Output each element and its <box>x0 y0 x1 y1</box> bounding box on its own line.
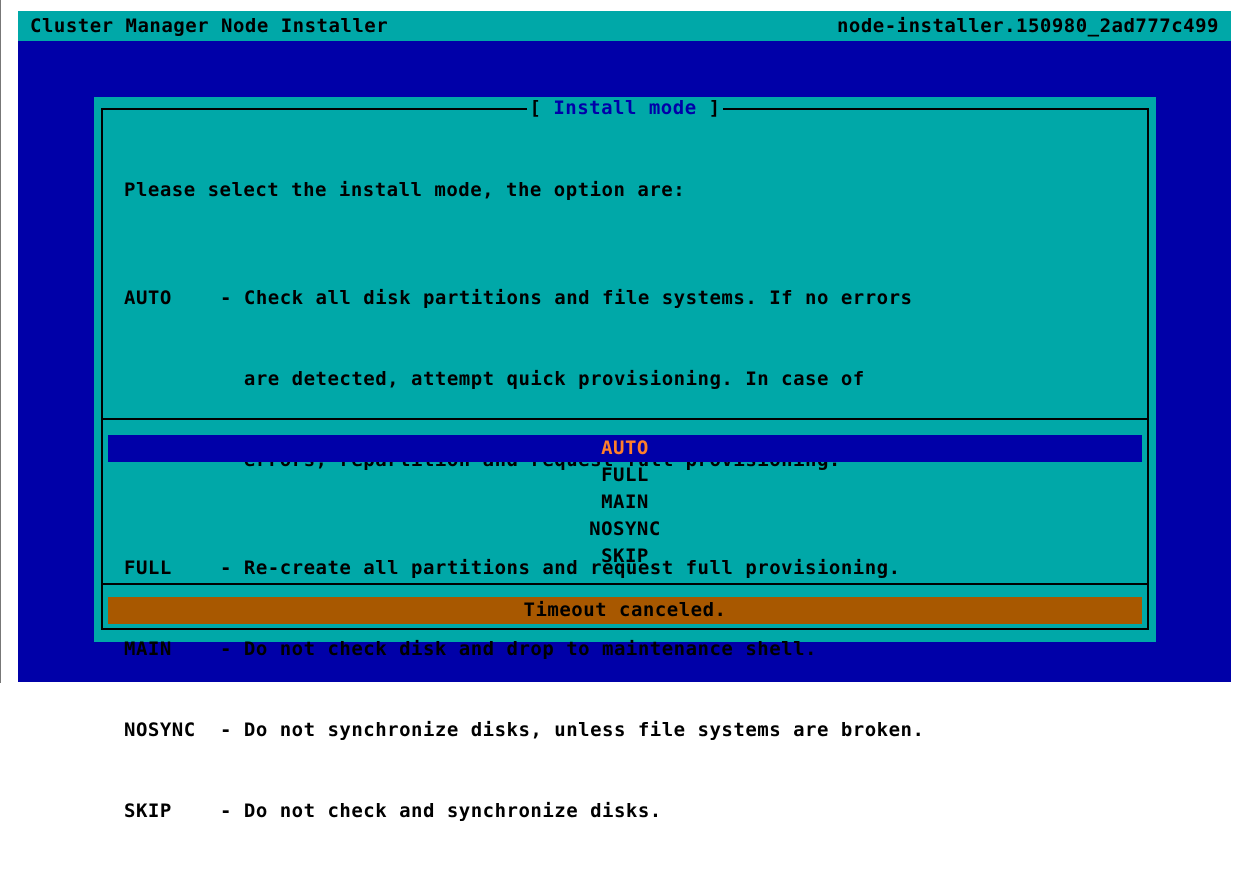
separator-top <box>101 418 1149 420</box>
dialog-title-close: ] <box>696 97 721 119</box>
window-edge <box>0 0 1 683</box>
install-mode-dialog: [ Install mode ] Please select the insta… <box>94 97 1156 822</box>
mode-option-list[interactable]: AUTO FULL MAIN NOSYNC SKIP <box>108 435 1142 570</box>
dialog-title: Install mode <box>553 97 697 119</box>
option-skip[interactable]: SKIP <box>108 543 1142 570</box>
option-auto[interactable]: AUTO <box>108 435 1142 462</box>
mode-key: SKIP <box>124 800 172 822</box>
description-row: are detected, attempt quick provisioning… <box>124 366 1134 393</box>
description-row: SKIP - Do not check and synchronize disks… <box>124 798 1134 825</box>
mode-description: - Do not synchronize disks, unless file … <box>220 719 925 741</box>
status-bar: Timeout canceled. <box>108 597 1142 624</box>
mode-key: NOSYNC <box>124 719 196 741</box>
dialog-title-open: [ <box>529 97 554 119</box>
option-main[interactable]: MAIN <box>108 489 1142 516</box>
description-row: NOSYNC - Do not synchronize disks, unless… <box>124 717 1134 744</box>
mode-description: - Do not check and synchronize disks. <box>220 800 662 822</box>
mode-key: MAIN <box>124 638 172 660</box>
description-row: MAIN - Do not check disk and drop to main… <box>124 636 1134 663</box>
separator-bottom <box>101 583 1149 585</box>
mode-key: AUTO <box>124 287 172 309</box>
title-bar: Cluster Manager Node Installer node-inst… <box>18 11 1231 41</box>
option-full[interactable]: FULL <box>108 462 1142 489</box>
option-nosync[interactable]: NOSYNC <box>108 516 1142 543</box>
mode-description: - Do not check disk and drop to maintena… <box>220 638 817 660</box>
intro-text: Please select the install mode, the opti… <box>124 179 686 201</box>
installer-screen: Cluster Manager Node Installer node-inst… <box>18 11 1231 822</box>
app-title: Cluster Manager Node Installer <box>30 15 389 37</box>
mode-description: are detected, attempt quick provisioning… <box>220 368 865 390</box>
installer-version: node-installer.150980_2ad777c499 <box>836 15 1219 37</box>
dialog-title-bar: [ Install mode ] <box>94 97 1156 119</box>
mode-description: - Check all disk partitions and file sys… <box>220 287 913 309</box>
description-row: AUTO - Check all disk partitions and file… <box>124 285 1134 312</box>
